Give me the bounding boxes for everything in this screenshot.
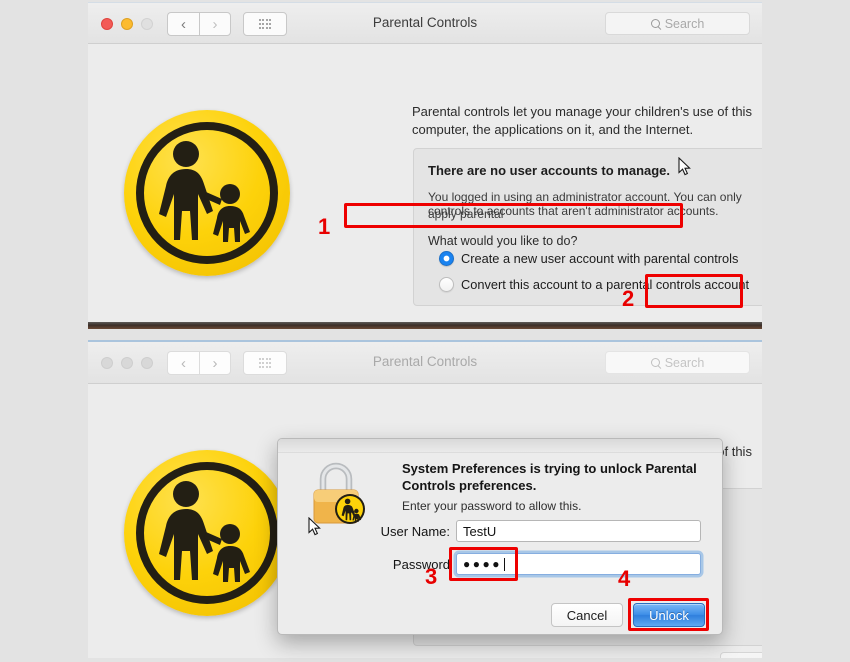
radio-option-convert-account[interactable]: Convert this account to a parental contr… bbox=[439, 277, 749, 292]
search-input-2[interactable]: Search bbox=[605, 351, 750, 374]
username-label: User Name: bbox=[380, 524, 450, 539]
unlock-button[interactable]: Unlock bbox=[633, 603, 705, 627]
sheet-top-strip bbox=[278, 439, 722, 453]
password-masked-value: ●●●● bbox=[463, 557, 502, 571]
panel-body-line-2: controls to accounts that aren't adminis… bbox=[428, 204, 719, 218]
parental-controls-window-top: ‹ › Parental Controls Search Parental co… bbox=[88, 2, 762, 322]
username-value: TestU bbox=[463, 523, 497, 539]
panel-heading: There are no user accounts to manage. bbox=[428, 163, 671, 178]
intro-line-2: computer, the applications on it, and th… bbox=[412, 122, 694, 137]
parental-controls-icon-2 bbox=[124, 450, 290, 616]
search-placeholder-2: Search bbox=[664, 355, 705, 370]
titlebar: ‹ › Parental Controls Search bbox=[88, 2, 762, 44]
radio-create-account-indicator[interactable] bbox=[439, 251, 454, 266]
search-placeholder: Search bbox=[664, 16, 705, 31]
search-icon-2 bbox=[650, 358, 660, 367]
annotation-number-2: 2 bbox=[622, 286, 635, 311]
annotation-number-3: 3 bbox=[425, 564, 438, 589]
titlebar-2: ‹ › Parental Controls Search bbox=[88, 342, 762, 384]
mouse-cursor bbox=[678, 157, 691, 176]
username-field[interactable]: TestU bbox=[456, 520, 701, 542]
background-button-2 bbox=[720, 652, 762, 658]
password-field[interactable]: ●●●● bbox=[456, 553, 701, 575]
dialog-subheading: Enter your password to allow this. bbox=[402, 499, 582, 513]
parental-controls-figures-2 bbox=[159, 481, 250, 582]
radio-convert-account-indicator[interactable] bbox=[439, 277, 454, 292]
text-caret bbox=[504, 557, 505, 571]
search-input[interactable]: Search bbox=[605, 12, 750, 35]
mouse-cursor-2 bbox=[308, 517, 321, 536]
authentication-dialog: System Preferences is trying to unlock P… bbox=[277, 438, 723, 635]
dialog-heading-line-2: Controls preferences. bbox=[402, 478, 537, 493]
radio-create-account-label: Create a new user account with parental … bbox=[461, 251, 739, 266]
panel-question: What would you like to do? bbox=[428, 234, 578, 248]
cancel-button[interactable]: Cancel bbox=[551, 603, 623, 627]
radio-option-create-account[interactable]: Create a new user account with parental … bbox=[439, 251, 738, 266]
annotation-number-1: 1 bbox=[318, 214, 331, 239]
parental-controls-icon bbox=[124, 110, 290, 276]
dialog-heading-line-1: System Preferences is trying to unlock P… bbox=[402, 461, 697, 476]
desktop-background-strip bbox=[88, 322, 762, 329]
window-body: Parental controls let you manage your ch… bbox=[88, 44, 762, 322]
intro-line-1: Parental controls let you manage your ch… bbox=[412, 104, 752, 119]
search-icon bbox=[650, 19, 660, 28]
annotation-number-4: 4 bbox=[618, 566, 631, 591]
radio-convert-account-label: Convert this account to a parental contr… bbox=[461, 277, 750, 292]
screenshot-root: ‹ › Parental Controls Search Parental co… bbox=[0, 0, 850, 662]
parental-controls-figures bbox=[159, 141, 250, 242]
